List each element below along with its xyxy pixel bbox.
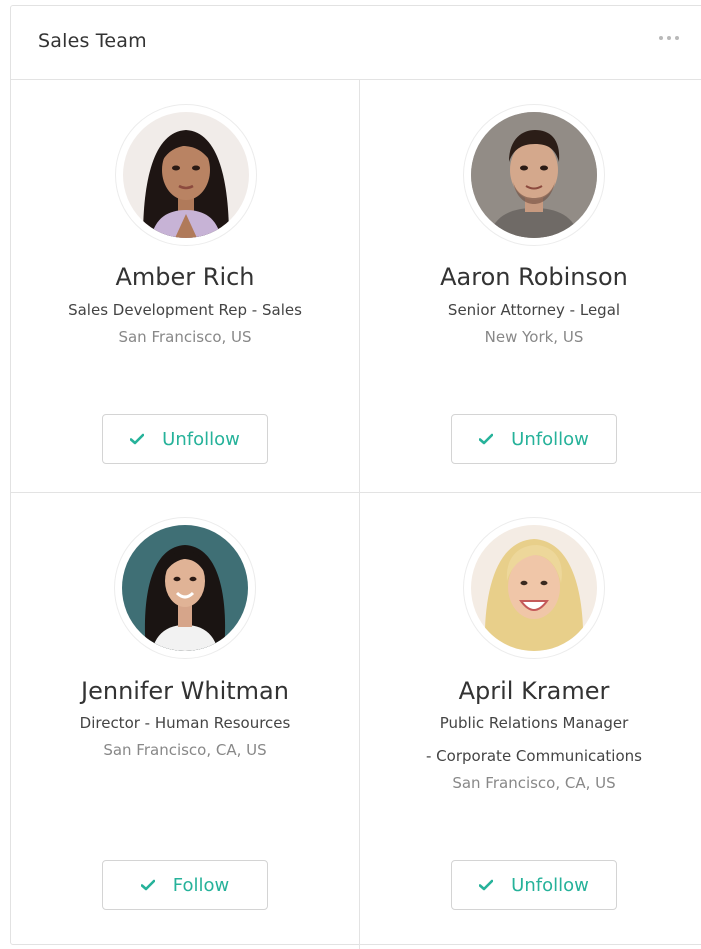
- person-location: San Francisco, US: [118, 328, 252, 346]
- unfollow-button[interactable]: Unfollow: [102, 414, 268, 464]
- person-name: April Kramer: [458, 677, 610, 705]
- person-name: Amber Rich: [115, 263, 255, 291]
- card-header: Sales Team: [11, 6, 701, 80]
- person-location: San Francisco, CA, US: [452, 774, 616, 792]
- sales-team-card: Sales Team Amber Rich Sales Development …: [10, 5, 701, 949]
- person-name: Aaron Robinson: [440, 263, 628, 291]
- check-icon: [479, 433, 494, 445]
- button-label: Unfollow: [511, 874, 589, 896]
- avatar[interactable]: [463, 104, 605, 246]
- unfollow-button[interactable]: Unfollow: [451, 860, 617, 910]
- grid-divider-horizontal: [11, 492, 701, 493]
- button-label: Unfollow: [162, 428, 240, 450]
- check-icon: [479, 879, 494, 891]
- avatar-photo-icon: [122, 525, 248, 651]
- avatar-photo-icon: [471, 525, 597, 651]
- grid-divider-vertical: [359, 79, 360, 949]
- unfollow-button[interactable]: Unfollow: [451, 414, 617, 464]
- check-icon: [130, 433, 145, 445]
- person-role: Public Relations Manager: [439, 714, 629, 732]
- card-title: Sales Team: [38, 30, 147, 52]
- ellipsis-icon[interactable]: [659, 36, 679, 40]
- button-label: Unfollow: [511, 428, 589, 450]
- avatar[interactable]: [463, 517, 605, 659]
- person-name: Jennifer Whitman: [81, 677, 289, 705]
- person-role: Director - Human Resources: [79, 714, 291, 732]
- check-icon: [140, 879, 155, 891]
- avatar[interactable]: [114, 517, 256, 659]
- follow-button[interactable]: Follow: [102, 860, 268, 910]
- person-location: New York, US: [484, 328, 584, 346]
- avatar-photo-icon: [471, 112, 597, 238]
- button-label: Follow: [172, 874, 230, 896]
- avatar-photo-icon: [123, 112, 249, 238]
- person-location: San Francisco, CA, US: [103, 741, 267, 759]
- avatar[interactable]: [115, 104, 257, 246]
- person-role: Sales Development Rep - Sales: [68, 301, 302, 319]
- person-department: - Corporate Communications: [426, 747, 642, 765]
- person-role: Senior Attorney - Legal: [447, 301, 621, 319]
